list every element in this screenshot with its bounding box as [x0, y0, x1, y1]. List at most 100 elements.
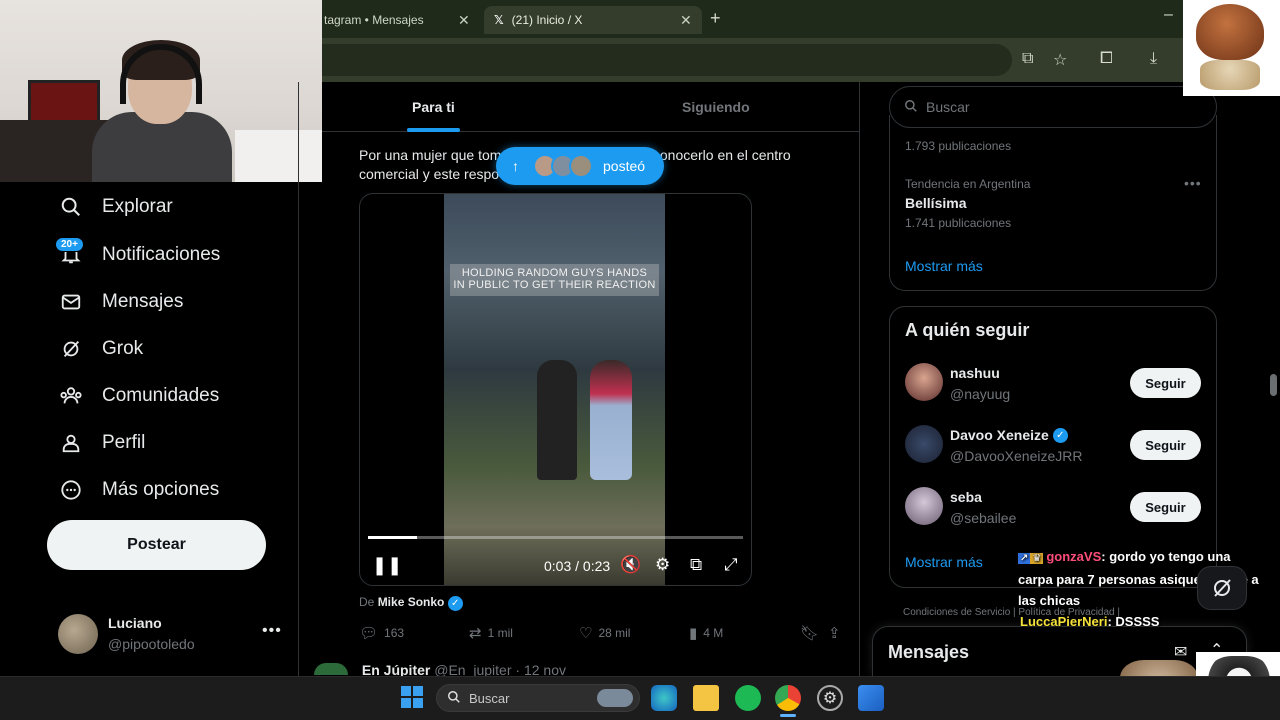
nav-communities[interactable]: Comunidades [58, 381, 219, 411]
new-posts-label: posteó [603, 158, 646, 174]
pause-icon[interactable]: ❚❚ [372, 555, 402, 576]
taskbar-search-input[interactable]: Buscar [436, 684, 640, 712]
chat-badge-icon: ↗ [1018, 553, 1031, 564]
grok-icon [58, 336, 84, 362]
bookmark-star-icon[interactable]: ☆ [1053, 50, 1067, 70]
stream-chat-message: LuccaPierNeri: DSSSS [1020, 614, 1159, 629]
bookmark-button[interactable]: 🔖︎ [800, 624, 819, 642]
video-caption: HOLDING RANDOM GUYS HANDS IN PUBLIC TO G… [450, 264, 659, 296]
repost-button[interactable]: ⇄ 1 mil [469, 624, 513, 642]
follow-button[interactable]: Seguir [1130, 430, 1201, 460]
suggestion-name-text: seba [950, 489, 982, 505]
page-scrollbar[interactable] [1270, 374, 1277, 396]
suggestion-name-text: Davoo Xeneize [950, 427, 1049, 443]
download-icon[interactable]: ⤓ [1150, 50, 1157, 68]
install-app-icon[interactable]: ⧉ [1022, 50, 1033, 68]
mute-icon[interactable]: 🔇 [620, 555, 641, 575]
reply-icon: 💬︎ [359, 625, 379, 642]
like-count: 28 mil [598, 626, 631, 640]
search-input[interactable]: Buscar [889, 86, 1217, 128]
suggestion-name[interactable]: seba [950, 489, 982, 505]
nav-label: Más opciones [102, 479, 220, 500]
compose-message-icon[interactable]: ✉ [1174, 642, 1187, 662]
video-time: 0:03 / 0:23 [544, 558, 611, 574]
tab-instagram-messages[interactable]: tagram • Mensajes ✕ [322, 6, 482, 34]
trend-post-count: 1.741 publicaciones [905, 216, 1012, 230]
suggestion-name[interactable]: Davoo Xeneize ✓ [950, 427, 1068, 443]
trends-show-more-link[interactable]: Mostrar más [905, 258, 983, 274]
source-name[interactable]: Mike Sonko [378, 595, 445, 609]
nav-more-options[interactable]: Más opciones [58, 475, 219, 505]
pip-icon[interactable]: ⧉ [690, 555, 702, 575]
settings-icon[interactable]: ⚙ [817, 685, 843, 711]
views-button[interactable]: ▮ 4 M [689, 624, 723, 642]
extensions-icon[interactable]: ⧠ [1100, 50, 1113, 68]
search-icon [58, 194, 84, 220]
files-icon[interactable] [693, 685, 719, 711]
tab-x-home[interactable]: 𝕏 (21) Inicio / X ✕ [484, 6, 702, 34]
search-highlight-image [597, 689, 633, 707]
nav-label: Mensajes [102, 291, 184, 312]
gear-icon[interactable]: ⚙ [655, 555, 670, 575]
more-icon[interactable]: ••• [262, 622, 282, 640]
follow-show-more-link[interactable]: Mostrar más [905, 554, 983, 570]
avatar [314, 663, 348, 675]
suggestion-name[interactable]: nashuu [950, 365, 1000, 381]
video-person-woman [590, 360, 632, 480]
repost-icon: ⇄ [469, 625, 482, 642]
avatar[interactable] [905, 487, 943, 525]
minimize-button[interactable]: – [1164, 6, 1173, 24]
video-caption-line1: HOLDING RANDOM GUYS HANDS [461, 267, 648, 279]
nav-messages[interactable]: Mensajes [58, 287, 183, 317]
tab-following[interactable]: Siguiendo [682, 99, 750, 115]
crown-badge-icon: ♛ [1030, 553, 1044, 564]
chat-username: gonzaVS [1046, 549, 1102, 564]
views-icon: ▮ [689, 625, 698, 642]
new-posts-pill[interactable]: ↑ posteó [496, 147, 664, 185]
edge-icon[interactable] [651, 685, 677, 711]
tab-label: tagram • Mensajes [324, 13, 424, 27]
nav-grok[interactable]: Grok [58, 334, 143, 364]
reply-button[interactable]: 💬︎ 163 [359, 624, 404, 642]
account-name: Luciano [108, 615, 162, 631]
post-text-line2: comercial y este respo [359, 166, 500, 182]
share-button[interactable]: ⇪ [828, 624, 841, 642]
tab-for-you[interactable]: Para ti [412, 99, 455, 115]
chrome-icon[interactable] [775, 685, 801, 711]
like-button[interactable]: ♡ 28 mil [579, 624, 630, 642]
avatar[interactable] [905, 363, 943, 401]
post-button[interactable]: Postear [47, 520, 266, 570]
nav-label: Grok [102, 338, 144, 359]
paint-icon[interactable] [858, 685, 884, 711]
source-prefix: De [359, 595, 375, 609]
nav-explore[interactable]: Explorar [58, 192, 173, 222]
verified-badge-icon: ✓ [1052, 427, 1068, 443]
bookmark-icon: 🔖︎ [800, 625, 820, 642]
video-progress-track[interactable] [368, 536, 743, 539]
goomba-mascot-feet [1200, 60, 1260, 90]
grok-floating-button[interactable] [1197, 566, 1247, 610]
avatar[interactable] [905, 425, 943, 463]
suggestion-name-text: nashuu [950, 365, 1000, 381]
avatar [58, 614, 98, 654]
close-icon[interactable]: ✕ [458, 12, 470, 29]
follow-button[interactable]: Seguir [1130, 368, 1201, 398]
spotify-icon[interactable] [735, 685, 761, 711]
windows-start-icon[interactable] [401, 686, 423, 708]
timeline-tabs [322, 82, 860, 132]
streamer-webcam [0, 0, 322, 182]
nav-label: Explorar [102, 196, 173, 217]
post-text-start: Por una mujer que tom [359, 147, 502, 163]
verified-badge-icon: ✓ [447, 596, 463, 611]
tab-label: (21) Inicio / X [511, 13, 583, 27]
more-icon[interactable]: ••• [1184, 175, 1202, 191]
goomba-mascot-image [1196, 4, 1264, 60]
trend-name[interactable]: Bellísima [905, 195, 966, 211]
new-tab-button[interactable]: + [710, 8, 721, 29]
active-app-indicator [780, 714, 796, 717]
nav-profile[interactable]: Perfil [58, 428, 145, 458]
close-icon[interactable]: ✕ [680, 12, 692, 29]
follow-button[interactable]: Seguir [1130, 492, 1201, 522]
fullscreen-icon[interactable]: ⤢ [724, 555, 738, 575]
address-field[interactable] [322, 44, 1012, 76]
